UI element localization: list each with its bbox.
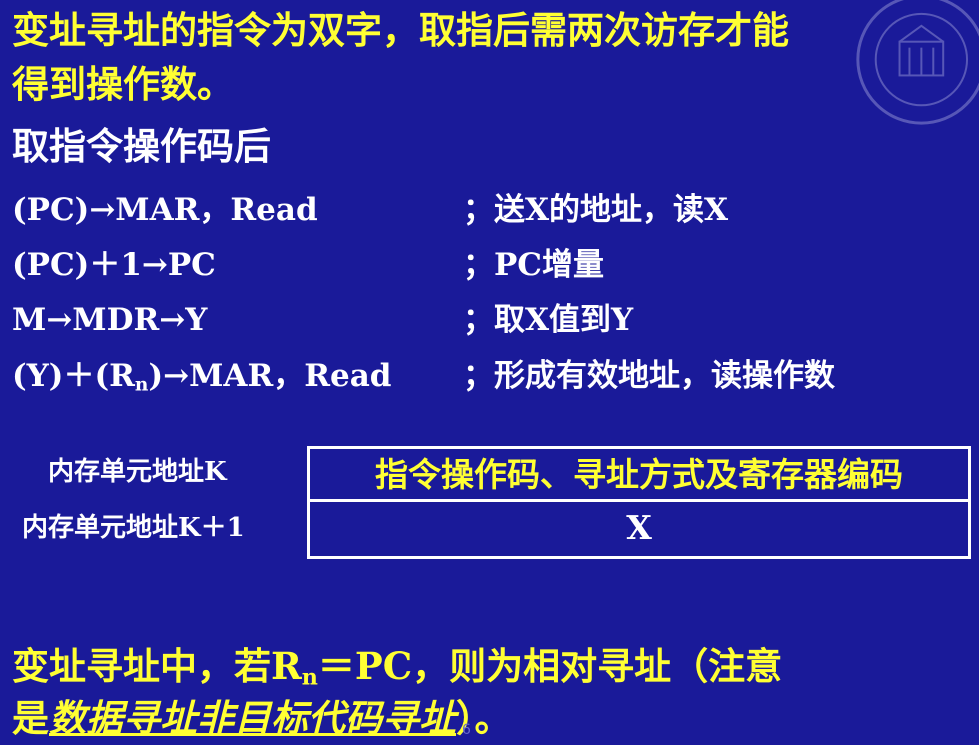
memory-row-1-label: 内存单元地址K [48,457,227,487]
step-4-operation-post: )→MAR，Read [148,358,392,394]
page-number: 6 [462,722,471,738]
memory-cell-k-plus-1-content: X [626,508,652,547]
title-line-1: 变址寻址的指令为双字，取指后需两次访存才能 [12,8,789,52]
step-4-comment: ；形成有效地址，读操作数 [463,358,835,394]
note-line-1-sub: n [301,664,318,691]
note-line-1-post: ＝PC，则为相对寻址（注意 [317,644,783,688]
step-1-comment: ；送X的地址，读X [463,192,729,228]
note-line-2-pre: 是 [12,696,49,740]
step-4-operation-sub: n [134,374,149,396]
memory-cell-k-plus-1: X [307,499,971,559]
note-emphasis: 数据寻址非目标代码寻址 [49,696,456,740]
step-2-operation: (PC)＋1→PC [12,247,216,283]
note-line-2: 是数据寻址非目标代码寻址）。 [12,692,512,744]
university-seal-icon [856,0,979,125]
step-1-operation: (PC)→MAR，Read [12,192,318,228]
title-line-2: 得到操作数。 [12,62,234,106]
step-4-operation-pre: (Y)＋(R [12,358,135,394]
section-heading: 取指令操作码后 [12,124,271,168]
step-4-operation: (Y)＋(Rn)→MAR，Read [12,356,391,406]
memory-cell-k-content: 指令操作码、寻址方式及寄存器编码 [375,455,903,494]
step-3-comment: ；取X值到Y [463,302,634,338]
memory-row-2-label: 内存单元地址K＋1 [22,513,245,543]
step-3-operation: M→MDR→Y [12,302,208,338]
memory-cell-k: 指令操作码、寻址方式及寄存器编码 [307,446,971,502]
step-2-comment: ；PC增量 [463,247,604,283]
note-line-1-pre: 变址寻址中，若R [12,644,302,688]
